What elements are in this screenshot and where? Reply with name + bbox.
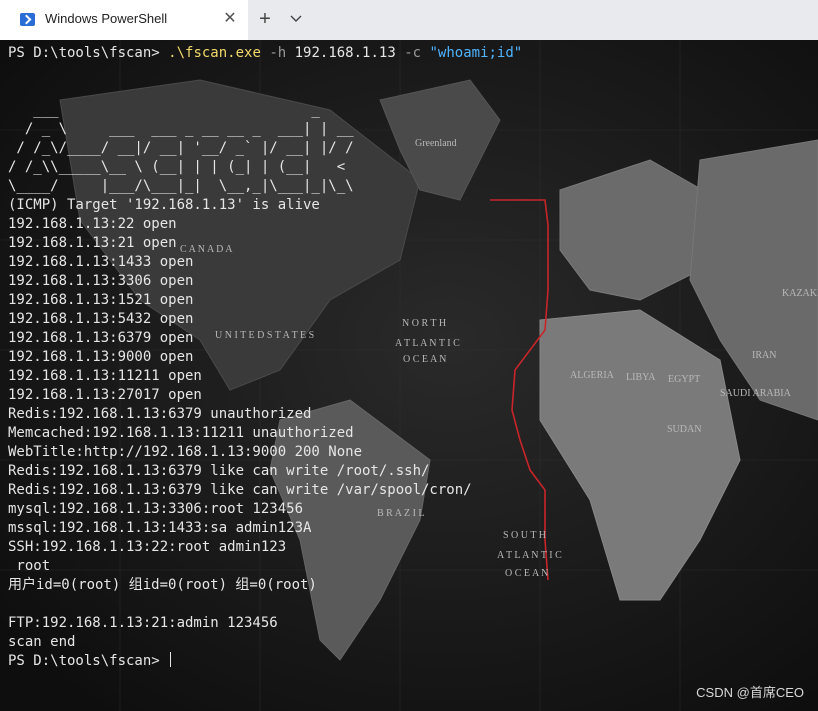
output-line: SSH:192.168.1.13:22:root admin123	[8, 539, 287, 555]
new-tab-button[interactable]: +	[255, 8, 275, 30]
output-line: 用户id=0(root) 组id=0(root) 组=0(root)	[8, 577, 317, 593]
map-label-saudi-arabia: SAUDI ARABIA	[720, 388, 792, 399]
output-line: Redis:192.168.1.13:6379 like can write /…	[8, 463, 430, 479]
terminal-output: PS D:\tools\fscan> .\fscan.exe -h 192.16…	[8, 44, 522, 671]
output-line: scan end	[8, 634, 76, 650]
chevron-down-icon[interactable]	[288, 12, 304, 26]
powershell-window: Windows PowerShell ✕ + C A N A D A U N I…	[0, 0, 818, 711]
terminal-area[interactable]: C A N A D A U N I T E D S T A T E S N O …	[0, 40, 818, 711]
output-line: (ICMP) Target '192.168.1.13' is alive	[8, 197, 320, 213]
output-line: Redis:192.168.1.13:6379 unauthorized	[8, 406, 312, 422]
output-line: 192.168.1.13:9000 open	[8, 349, 194, 365]
output-line: mysql:192.168.1.13:3306:root 123456	[8, 501, 304, 517]
output-line: 192.168.1.13:3306 open	[8, 273, 194, 289]
output-line: Redis:192.168.1.13:6379 like can write /…	[8, 482, 472, 498]
map-label-sudan: SUDAN	[667, 424, 701, 435]
command-arg: "whoami;id"	[429, 45, 523, 61]
tab-strip: Windows PowerShell ✕ +	[0, 0, 818, 40]
output-line: 192.168.1.13:5432 open	[8, 311, 194, 327]
output-line: root	[8, 558, 51, 574]
output-line: 192.168.1.13:1433 open	[8, 254, 194, 270]
output-line: 192.168.1.13:11211 open	[8, 368, 202, 384]
output-line: 192.168.1.13:22 open	[8, 216, 177, 232]
close-tab-icon[interactable]: ✕	[221, 9, 239, 29]
output-line: 192.168.1.13:27017 open	[8, 387, 202, 403]
output-line: ___ _	[8, 102, 320, 118]
map-label-kazakh: KAZAKH	[782, 288, 818, 299]
output-line: mssql:192.168.1.13:1433:sa admin123A	[8, 520, 312, 536]
prompt: PS D:\tools\fscan>	[8, 45, 169, 61]
map-label-iran: IRAN	[752, 350, 776, 361]
powershell-icon	[20, 13, 35, 26]
command-exe: .\fscan.exe	[168, 45, 261, 61]
map-label-algeria: ALGERIA	[570, 370, 615, 381]
map-label-libya: LIBYA	[626, 372, 656, 383]
output-line: FTP:192.168.1.13:21:admin 123456	[8, 615, 278, 631]
output-line: \____/ |___/\___|_| \__,_|\___|_|\_\	[8, 178, 354, 194]
command-line: PS D:\tools\fscan> .\fscan.exe -h 192.16…	[8, 44, 522, 63]
final-prompt-line[interactable]: PS D:\tools\fscan>	[8, 652, 522, 671]
output-line: / /_\/____/ __|/ __| '__/ _` |/ __| |/ /	[8, 140, 354, 156]
watermark: CSDN @首席CEO	[696, 685, 804, 700]
output-line: WebTitle:http://192.168.1.13:9000 200 No…	[8, 444, 363, 460]
output-line: Memcached:192.168.1.13:11211 unauthorize…	[8, 425, 354, 441]
output-line: 192.168.1.13:6379 open	[8, 330, 194, 346]
tab-title: Windows PowerShell	[45, 11, 168, 26]
output-line: 192.168.1.13:1521 open	[8, 292, 194, 308]
tab-windows-powershell[interactable]: Windows PowerShell ✕	[0, 0, 248, 40]
command-flag-c: -c	[404, 45, 422, 61]
final-prompt: PS D:\tools\fscan>	[8, 653, 169, 669]
output-line: / /_\\_____\__ \ (__| | | (_| | (__| <	[8, 159, 346, 175]
output-line: / _ \ ___ ___ _ __ __ _ ___| | __	[8, 121, 354, 137]
command-host: 192.168.1.13	[294, 45, 396, 61]
map-label-egypt: EGYPT	[668, 374, 700, 385]
command-flag-h: -h	[269, 45, 287, 61]
output-line: 192.168.1.13:21 open	[8, 235, 177, 251]
text-cursor	[170, 652, 172, 667]
